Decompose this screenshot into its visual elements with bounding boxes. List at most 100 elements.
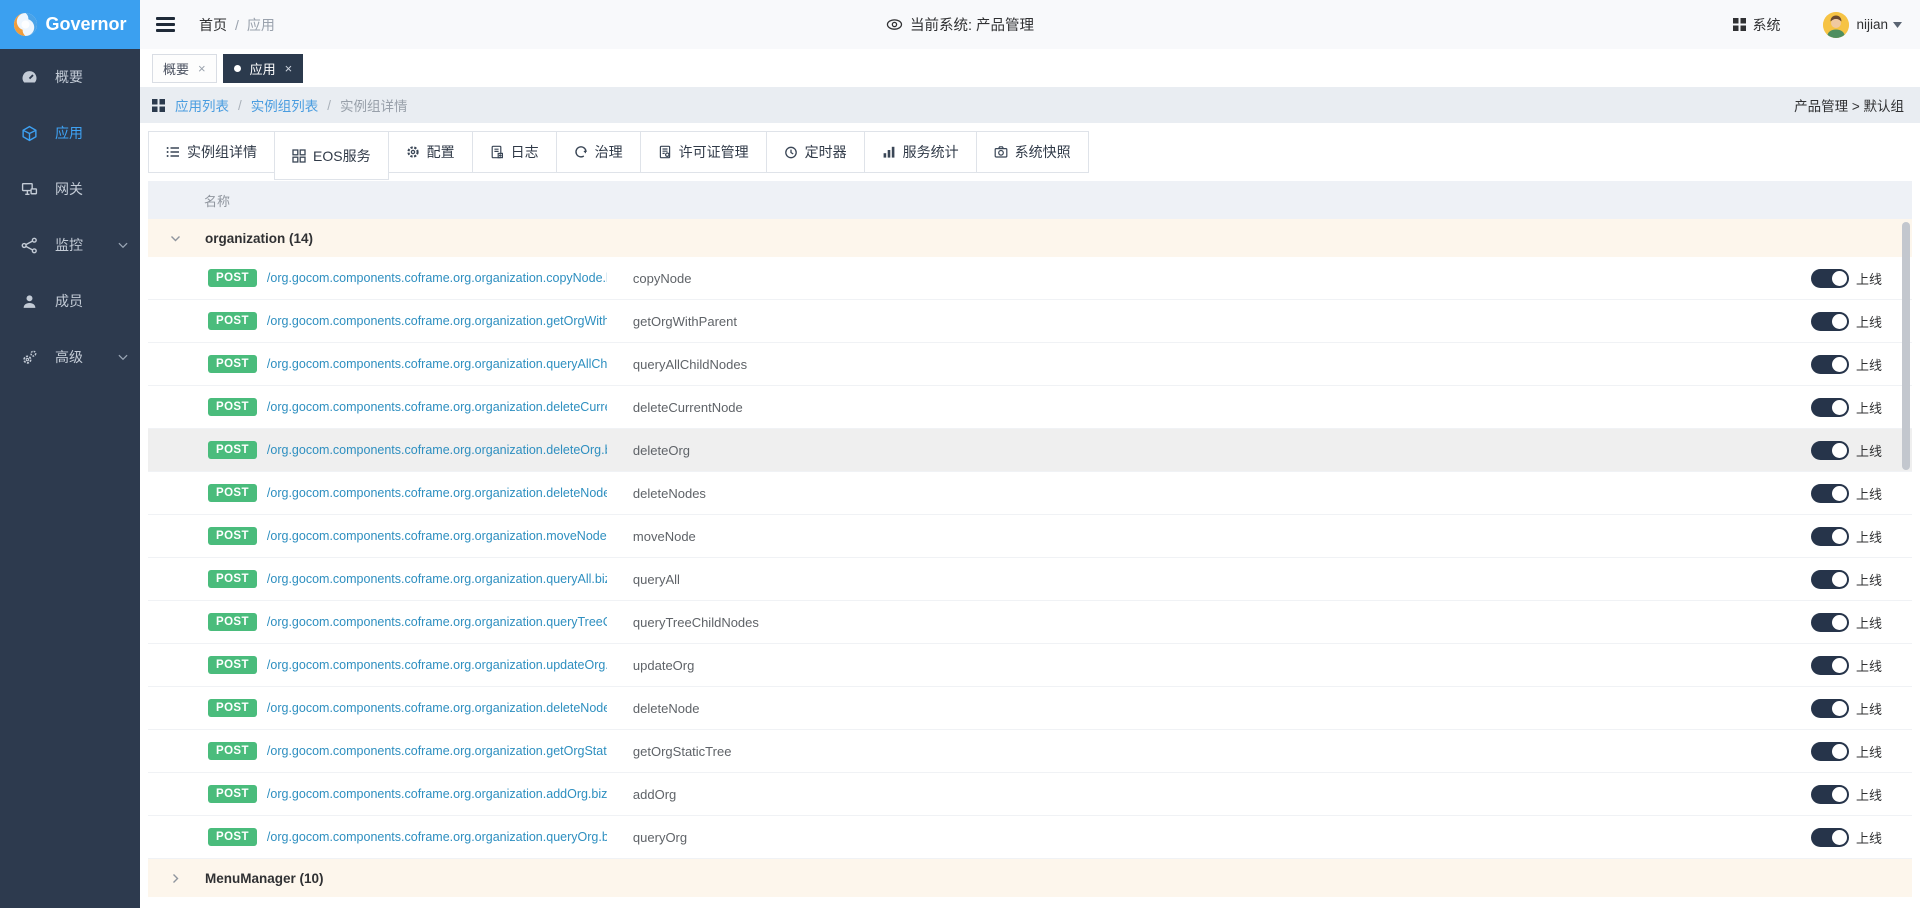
sidebar-item-monitor[interactable]: 监控 xyxy=(0,217,140,273)
online-toggle[interactable] xyxy=(1811,312,1849,331)
user-avatar[interactable] xyxy=(1823,12,1849,38)
online-toggle[interactable] xyxy=(1811,699,1849,718)
tab-label: 治理 xyxy=(595,142,623,162)
table-row[interactable]: POST /org.gocom.components.coframe.org.o… xyxy=(148,644,1912,687)
online-toggle[interactable] xyxy=(1811,570,1849,589)
method-badge: POST xyxy=(208,312,257,330)
endpoint-path-link[interactable]: /org.gocom.components.coframe.org.organi… xyxy=(267,443,607,457)
app-cube-icon xyxy=(21,125,38,142)
endpoint-path-link[interactable]: /org.gocom.components.coframe.org.organi… xyxy=(267,701,607,715)
sidebar-item-application[interactable]: 应用 xyxy=(0,105,140,161)
toggle-knob xyxy=(1832,314,1847,329)
endpoint-path-link[interactable]: /org.gocom.components.coframe.org.organi… xyxy=(267,357,607,371)
tab-service-stats[interactable]: 服务统计 xyxy=(865,132,977,172)
online-toggle[interactable] xyxy=(1811,269,1849,288)
tab-chip-application[interactable]: 应用 × xyxy=(223,54,304,83)
sidebar-item-overview[interactable]: 概要 xyxy=(0,49,140,105)
endpoint-name: deleteNode xyxy=(633,701,700,716)
tab-label: EOS服务 xyxy=(313,146,371,166)
table-row[interactable]: POST /org.gocom.components.coframe.org.o… xyxy=(148,257,1912,300)
share-nodes-icon xyxy=(21,237,38,254)
online-toggle[interactable] xyxy=(1811,828,1849,847)
endpoint-path-link[interactable]: /org.gocom.components.coframe.org.organi… xyxy=(267,787,607,801)
row-actions: 上线 xyxy=(1811,312,1912,331)
table-row[interactable]: POST /org.gocom.components.coframe.org.o… xyxy=(148,816,1912,859)
endpoint-path-link[interactable]: /org.gocom.components.coframe.org.organi… xyxy=(267,529,607,543)
sidebar-item-gateway[interactable]: 网关 xyxy=(0,161,140,217)
online-toggle[interactable] xyxy=(1811,656,1849,675)
tab-chip-overview[interactable]: 概要 × xyxy=(152,54,217,83)
table-row[interactable]: POST /org.gocom.components.coframe.org.o… xyxy=(148,730,1912,773)
eye-icon xyxy=(886,16,903,33)
tab-license-management[interactable]: 许可证管理 xyxy=(641,132,767,172)
online-toggle[interactable] xyxy=(1811,484,1849,503)
table-group-organization[interactable]: organization (14) xyxy=(148,219,1912,257)
table-row[interactable]: POST /org.gocom.components.coframe.org.o… xyxy=(148,515,1912,558)
table-row[interactable]: POST /org.gocom.components.coframe.org.o… xyxy=(148,429,1912,472)
breadcrumb-app-list-link[interactable]: 应用列表 xyxy=(175,95,229,115)
close-icon[interactable]: × xyxy=(198,62,206,75)
toggle-knob xyxy=(1832,271,1847,286)
gears-icon xyxy=(21,349,38,366)
table-row[interactable]: POST /org.gocom.components.coframe.org.o… xyxy=(148,472,1912,515)
user-menu[interactable]: nijian xyxy=(1856,17,1902,32)
breadcrumb-home-link[interactable]: 首页 xyxy=(199,15,227,35)
toggle-knob xyxy=(1832,572,1847,587)
table-row[interactable]: POST /org.gocom.components.coframe.org.o… xyxy=(148,300,1912,343)
current-system-text: 当前系统: 产品管理 xyxy=(910,14,1034,35)
row-actions: 上线 xyxy=(1811,441,1912,460)
close-icon[interactable]: × xyxy=(285,62,293,75)
table-row[interactable]: POST /org.gocom.components.coframe.org.o… xyxy=(148,601,1912,644)
gear-icon xyxy=(406,145,420,159)
online-toggle[interactable] xyxy=(1811,355,1849,374)
tab-label: 许可证管理 xyxy=(679,142,749,162)
endpoint-path-link[interactable]: /org.gocom.components.coframe.org.organi… xyxy=(267,486,607,500)
hamburger-menu-icon[interactable] xyxy=(156,17,175,32)
sidebar-item-member[interactable]: 成员 xyxy=(0,273,140,329)
tab-governance[interactable]: 治理 xyxy=(557,132,641,172)
online-toggle[interactable] xyxy=(1811,785,1849,804)
logo-swirl-icon xyxy=(13,12,38,37)
endpoint-path-link[interactable]: /org.gocom.components.coframe.org.organi… xyxy=(267,314,607,328)
system-menu-button[interactable]: 系统 xyxy=(1733,15,1780,35)
endpoint-name: updateOrg xyxy=(633,658,694,673)
endpoint-path-link[interactable]: /org.gocom.components.coframe.org.organi… xyxy=(267,830,607,844)
table-row[interactable]: POST /org.gocom.components.coframe.org.o… xyxy=(148,558,1912,601)
tab-timer[interactable]: 定时器 xyxy=(767,132,865,172)
tab-eos-service[interactable]: EOS服务 xyxy=(274,132,389,180)
endpoint-path-link[interactable]: /org.gocom.components.coframe.org.organi… xyxy=(267,400,607,414)
toggle-knob xyxy=(1832,744,1847,759)
online-toggle[interactable] xyxy=(1811,441,1849,460)
online-toggle[interactable] xyxy=(1811,742,1849,761)
tab-instance-group-detail[interactable]: 实例组详情 xyxy=(149,132,275,172)
row-actions: 上线 xyxy=(1811,570,1912,589)
method-badge: POST xyxy=(208,785,257,803)
sidebar-item-advanced[interactable]: 高级 xyxy=(0,329,140,385)
online-label: 上线 xyxy=(1856,441,1882,460)
online-toggle[interactable] xyxy=(1811,398,1849,417)
endpoint-path-link[interactable]: /org.gocom.components.coframe.org.organi… xyxy=(267,615,607,629)
table-row[interactable]: POST /org.gocom.components.coframe.org.o… xyxy=(148,343,1912,386)
breadcrumb-instance-group-list-link[interactable]: 实例组列表 xyxy=(251,95,319,115)
table-row[interactable]: POST /org.gocom.components.coframe.org.o… xyxy=(148,687,1912,730)
online-toggle[interactable] xyxy=(1811,527,1849,546)
scrollbar-thumb[interactable] xyxy=(1902,222,1910,470)
endpoint-path-link[interactable]: /org.gocom.components.coframe.org.organi… xyxy=(267,271,607,285)
endpoint-path-link[interactable]: /org.gocom.components.coframe.org.organi… xyxy=(267,744,607,758)
method-badge: POST xyxy=(208,828,257,846)
tab-system-snapshot[interactable]: 系统快照 xyxy=(977,132,1088,172)
tab-log[interactable]: 日志 xyxy=(473,132,557,172)
table-row[interactable]: POST /org.gocom.components.coframe.org.o… xyxy=(148,773,1912,816)
group-label: organization (14) xyxy=(205,231,313,246)
table-group-menumanager[interactable]: MenuManager (10) xyxy=(148,859,1912,897)
bar-chart-icon xyxy=(882,145,896,159)
endpoint-path-link[interactable]: /org.gocom.components.coframe.org.organi… xyxy=(267,658,607,672)
toggle-knob xyxy=(1832,615,1847,630)
endpoint-path-link[interactable]: /org.gocom.components.coframe.org.organi… xyxy=(267,572,607,586)
top-navbar: Governor 首页 / 应用 当前系统: 产品管理 系统 nijia xyxy=(0,0,1920,49)
tab-config[interactable]: 配置 xyxy=(389,132,473,172)
navbar-breadcrumb: 首页 / 应用 xyxy=(199,15,275,35)
online-toggle[interactable] xyxy=(1811,613,1849,632)
tab-label: 配置 xyxy=(427,142,455,162)
table-row[interactable]: POST /org.gocom.components.coframe.org.o… xyxy=(148,386,1912,429)
